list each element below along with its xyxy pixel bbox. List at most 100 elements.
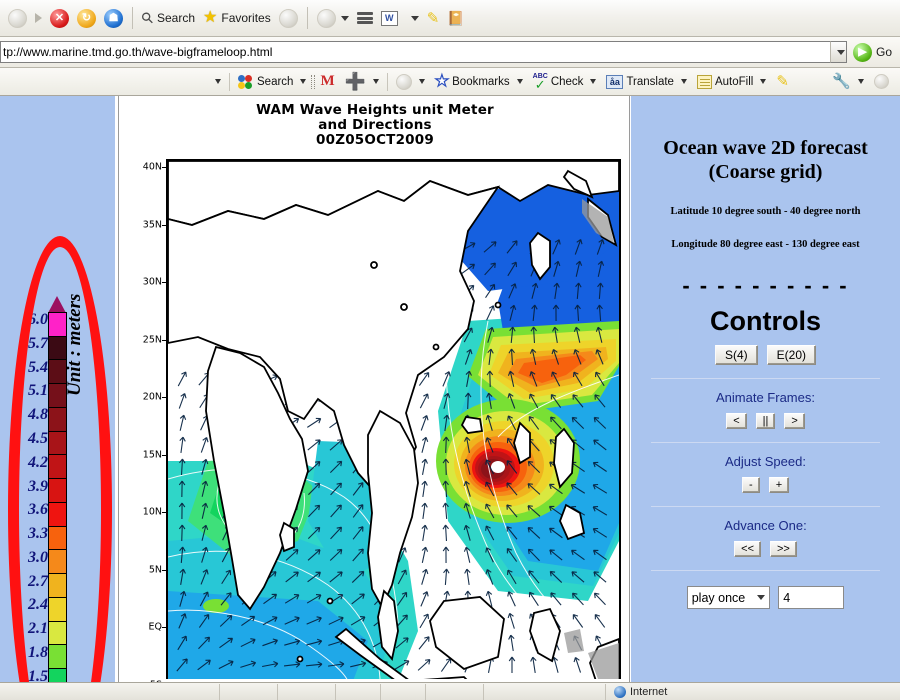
play-mode-value: play once xyxy=(691,590,746,605)
gt-add-button[interactable]: ➕ xyxy=(340,71,384,93)
animate-button-row: < || > xyxy=(631,413,900,429)
colorbar-tick-label: 2.1 xyxy=(28,620,48,638)
page-content: 6.0 5.7 5.4 5.1 4.8 4.5 4.2 3.9 3.6 3.3 3.0 2.7 2.4 2… xyxy=(0,96,900,690)
gt-translate-label: Translate xyxy=(626,75,674,88)
research-button[interactable]: 📔 xyxy=(443,4,468,32)
gt-bookmarks-button[interactable]: ★ Bookmarks xyxy=(430,71,528,93)
map-axis-tick-label: 30N xyxy=(142,276,162,288)
chevron-down-icon-popup xyxy=(418,79,425,84)
favorites-button[interactable]: ★ Favorites xyxy=(199,4,275,32)
address-bar-row: tp://www.marine.tmd.go.th/wave-bigframel… xyxy=(0,37,900,68)
animate-frames-label: Animate Frames: xyxy=(716,390,815,405)
stop-button[interactable]: ✕ xyxy=(46,4,73,32)
edit-dropdown[interactable] xyxy=(402,4,423,32)
colorbar-segment xyxy=(49,669,66,682)
map-axis-tick-label: EQ xyxy=(148,621,162,633)
panel-heading: Ocean wave 2D forecast (Coarse grid) xyxy=(663,137,868,183)
speed-decrease-button[interactable]: - xyxy=(741,477,760,493)
status-zone-label: Internet xyxy=(630,685,668,698)
back-icon xyxy=(8,8,27,28)
overflow-icon xyxy=(874,74,889,89)
colorbar-unit-label: Unit : meters xyxy=(64,293,85,396)
messenger-button[interactable]: ✎ xyxy=(423,4,444,32)
chevron-down-icon-autofill xyxy=(760,79,767,84)
search-button[interactable]: ⚲ Search xyxy=(138,4,199,32)
back-button[interactable] xyxy=(4,4,31,32)
gt-history-dropdown[interactable] xyxy=(206,71,226,93)
colorbar-tick-label: 5.1 xyxy=(28,382,48,400)
animate-pause-button[interactable]: || xyxy=(755,413,776,429)
chevron-down-icon-search xyxy=(300,79,307,84)
map-plot-area xyxy=(166,159,621,679)
gt-highlight-button[interactable]: ✎ xyxy=(771,71,794,93)
frame-number-value: 4 xyxy=(783,590,791,605)
colorbar-segment xyxy=(49,407,66,432)
map-axis-tick-label: 5N xyxy=(148,564,162,575)
go-button[interactable]: ▶ Go xyxy=(847,42,900,62)
chevron-down-icon-gt xyxy=(215,79,221,84)
end-frame-button[interactable]: E(20) xyxy=(766,345,816,365)
gt-search-button[interactable]: Search xyxy=(233,71,311,93)
mail-icon xyxy=(316,8,336,28)
wrench-icon: 🔧 xyxy=(832,73,851,90)
advance-one-label: Advance One: xyxy=(724,518,807,533)
chevron-down-icon-bookmarks xyxy=(516,79,523,84)
address-input[interactable]: tp://www.marine.tmd.go.th/wave-bigframel… xyxy=(0,41,830,63)
map-axis-tick-label: 20N xyxy=(142,391,162,403)
chevron-down-icon-address xyxy=(836,49,845,55)
refresh-button[interactable]: ↻ xyxy=(73,4,100,32)
map-axis-tick-label: 10N xyxy=(142,506,162,518)
status-zone: Internet xyxy=(606,685,668,698)
panel-divider-dashes: - - - - - - - - - - xyxy=(682,273,849,298)
advance-forward-button[interactable]: >> xyxy=(770,541,797,557)
address-dropdown-button[interactable] xyxy=(829,41,847,63)
playback-form: play once 4 xyxy=(631,586,900,609)
control-panel: Ocean wave 2D forecast (Coarse grid) Lat… xyxy=(631,96,900,682)
chevron-down-icon-2 xyxy=(410,15,419,21)
gt-check-button[interactable]: ABC ✓ Check xyxy=(528,71,602,93)
chevron-down-icon xyxy=(340,15,349,21)
gt-overflow-button[interactable] xyxy=(869,71,894,93)
edit-word-button[interactable]: W xyxy=(377,4,402,32)
colorbar-segment xyxy=(49,574,66,598)
gt-divider-2 xyxy=(386,72,388,91)
map-y-axis: 40N35N30N25N20N15N10N5NEQ5S xyxy=(136,159,166,690)
refresh-icon: ↻ xyxy=(77,8,96,28)
play-mode-select[interactable]: play once xyxy=(686,586,771,609)
start-frame-button[interactable]: S(4) xyxy=(714,345,758,365)
animate-next-button[interactable]: > xyxy=(784,413,805,429)
gt-autofill-button[interactable]: AutoFill xyxy=(692,71,771,93)
panel-latitude-text: Latitude 10 degree south - 40 degree nor… xyxy=(670,206,861,217)
colorbar-segment xyxy=(49,526,66,551)
panel-rule-1 xyxy=(651,378,880,379)
toolbar-divider-2 xyxy=(306,7,308,29)
colorbar-container: 6.0 5.7 5.4 5.1 4.8 4.5 4.2 3.9 3.6 3.3 3.0 2.7 2.4 2… xyxy=(0,96,115,682)
status-bar: Internet xyxy=(0,682,900,700)
advance-back-button[interactable]: << xyxy=(734,541,761,557)
speed-button-row: - + xyxy=(631,477,900,493)
map-title-line-2: and Directions xyxy=(318,117,432,133)
mail-button[interactable] xyxy=(313,4,353,32)
gt-settings-button[interactable]: 🔧 xyxy=(827,71,869,93)
gt-gmail-button[interactable]: M xyxy=(315,71,339,93)
print-button[interactable] xyxy=(353,4,377,32)
address-text: tp://www.marine.tmd.go.th/wave-bigframel… xyxy=(3,45,273,59)
frame-number-input[interactable]: 4 xyxy=(778,586,845,609)
print-icon xyxy=(356,12,373,24)
animate-prev-button[interactable]: < xyxy=(726,413,747,429)
colorbar-tick-label: 3.3 xyxy=(28,525,48,543)
gt-translate-button[interactable]: åa Translate xyxy=(601,71,692,93)
map-frame: WAM Wave Heights unit Meter and Directio… xyxy=(118,96,630,690)
colorbar-tick-label: 2.4 xyxy=(28,596,48,614)
globe-icon xyxy=(614,685,626,698)
history-button[interactable] xyxy=(275,4,302,32)
panel-longitude-text: Longitude 80 degree east - 130 degree ea… xyxy=(671,239,860,250)
colorbar-segment xyxy=(49,479,66,503)
speed-increase-button[interactable]: + xyxy=(768,477,790,493)
gt-popup-blocker-button[interactable] xyxy=(391,71,430,93)
stop-icon: ✕ xyxy=(50,8,69,28)
home-button[interactable]: ☗ xyxy=(100,4,127,32)
forward-button[interactable] xyxy=(31,4,46,32)
browser-toolbar: ✕ ↻ ☗ ⚲ Search ★ Favorites W ✎ 📔 xyxy=(0,0,900,37)
favorites-button-label: Favorites xyxy=(221,11,271,25)
